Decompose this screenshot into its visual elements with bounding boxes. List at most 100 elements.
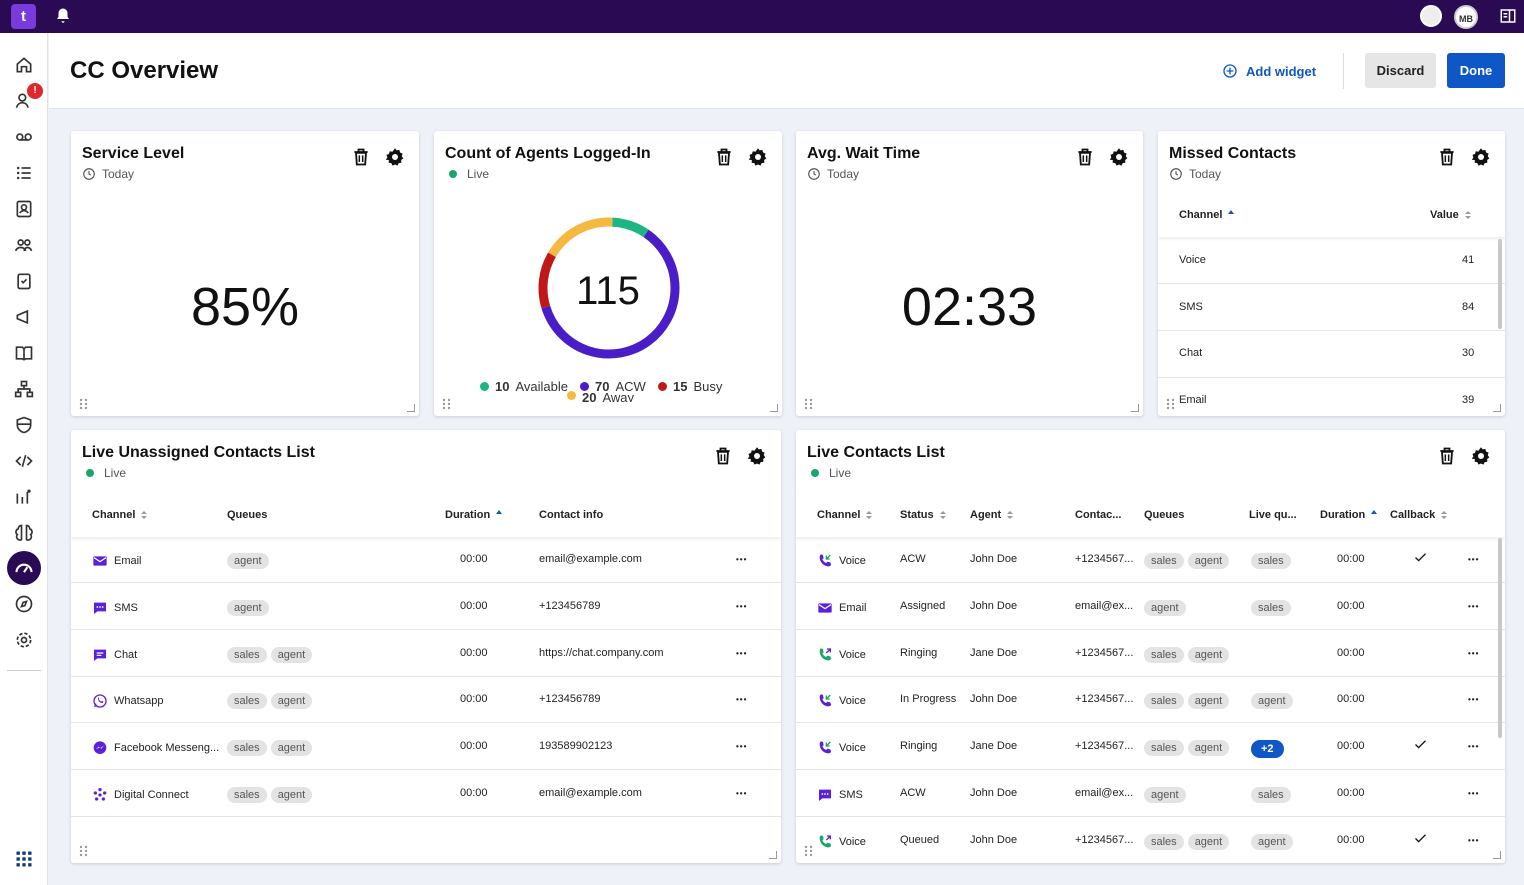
flows-icon[interactable] — [14, 379, 34, 399]
more-options-button[interactable]: ••• — [736, 789, 747, 798]
table-row[interactable]: Digital Connect sales agent 00:00 email@exam… — [71, 770, 781, 817]
table-row[interactable]: Facebook Messeng... sales agent 00:00 193589… — [71, 723, 781, 771]
resize-handle[interactable] — [769, 851, 777, 859]
delete-icon[interactable] — [1437, 147, 1457, 167]
col-duration[interactable]: Duration — [1320, 509, 1378, 521]
voicemail-icon[interactable] — [14, 127, 34, 147]
tasks-icon[interactable] — [14, 271, 34, 291]
explore-icon[interactable] — [14, 594, 34, 614]
table-row[interactable]: Email agent 00:00 email@example.com ••• — [71, 536, 781, 583]
knowledge-icon[interactable] — [14, 343, 34, 363]
col-value[interactable]: Value — [1430, 209, 1471, 221]
user-avatar[interactable]: MB — [1454, 5, 1478, 29]
drag-handle-icon[interactable] — [1166, 398, 1176, 410]
more-options-button[interactable]: ••• — [736, 695, 747, 704]
security-icon[interactable] — [14, 415, 34, 435]
apps-grid-icon[interactable] — [14, 849, 34, 869]
more-queues-badge[interactable]: +2 — [1251, 740, 1284, 759]
table-row[interactable]: SMS agent 00:00 +123456789 ••• — [71, 583, 781, 630]
col-queues[interactable]: Queues — [227, 509, 267, 521]
more-options-button[interactable]: ••• — [736, 602, 747, 611]
list-icon[interactable] — [14, 163, 34, 183]
side-panel-icon[interactable] — [1499, 7, 1517, 25]
delete-icon[interactable] — [351, 147, 371, 167]
more-options-button[interactable]: ••• — [1468, 555, 1479, 564]
table-row[interactable]: Chat sales agent 00:00 https://chat.company.… — [71, 630, 781, 677]
col-live-queue[interactable]: Live qu... — [1249, 509, 1297, 521]
resize-handle[interactable] — [1493, 851, 1501, 859]
drag-handle-icon[interactable] — [79, 845, 89, 857]
table-row[interactable]: SMS 84 — [1158, 284, 1505, 331]
gear-icon[interactable] — [385, 147, 405, 167]
col-channel[interactable]: Channel — [1179, 209, 1235, 221]
done-button[interactable]: Done — [1447, 53, 1505, 88]
delete-icon[interactable] — [714, 147, 734, 167]
col-channel[interactable]: Channel — [92, 509, 148, 521]
campaign-icon[interactable] — [14, 307, 34, 327]
more-options-button[interactable]: ••• — [1468, 649, 1479, 658]
analytics-icon[interactable] — [14, 487, 34, 507]
table-row[interactable]: Voice Ringing Jane Doe +1234567... sales agen… — [796, 630, 1505, 677]
table-row[interactable]: Voice Ringing Jane Doe +1234567... sales agen… — [796, 723, 1505, 771]
ai-brain-icon[interactable] — [14, 523, 34, 543]
col-duration[interactable]: Duration — [445, 509, 503, 521]
discard-button[interactable]: Discard — [1365, 53, 1436, 88]
more-options-button[interactable]: ••• — [736, 742, 747, 751]
contacts-icon[interactable] — [14, 199, 34, 219]
col-channel[interactable]: Channel — [817, 509, 873, 521]
more-options-button[interactable]: ••• — [736, 649, 747, 658]
legend-busy: 15 Busy — [658, 379, 722, 394]
table-row[interactable]: Voice Queued John Doe +1234567... sales agent… — [796, 817, 1505, 863]
gear-icon[interactable] — [748, 147, 768, 167]
gear-icon[interactable] — [1471, 147, 1491, 167]
resize-handle[interactable] — [1493, 404, 1501, 412]
drag-handle-icon[interactable] — [804, 398, 814, 410]
more-options-button[interactable]: ••• — [736, 555, 747, 564]
delete-icon[interactable] — [1437, 446, 1457, 466]
table-row[interactable]: Voice ACW John Doe +1234567... sales agent sal… — [796, 536, 1505, 583]
drag-handle-icon[interactable] — [804, 845, 814, 857]
table-row[interactable]: Voice In Progress John Doe +1234567... sales… — [796, 676, 1505, 724]
col-contact[interactable]: Contac... — [1075, 509, 1121, 521]
resize-handle[interactable] — [1131, 404, 1139, 412]
more-options-button[interactable]: ••• — [1468, 836, 1479, 845]
presence-status[interactable] — [1420, 5, 1442, 27]
table-row[interactable]: SMS ACW John Doe email@ex... agent sales 00:00… — [796, 770, 1505, 817]
col-status[interactable]: Status — [900, 509, 946, 521]
gear-icon[interactable] — [1109, 147, 1129, 167]
table-row[interactable]: Email 39 — [1158, 377, 1505, 416]
gear-icon[interactable] — [1471, 446, 1491, 466]
bell-icon[interactable] — [54, 7, 72, 25]
col-queues[interactable]: Queues — [1144, 509, 1184, 521]
table-row[interactable]: Email Assigned John Doe email@ex... agent sal… — [796, 583, 1505, 630]
col-contact-info[interactable]: Contact info — [539, 509, 603, 521]
gear-icon[interactable] — [747, 446, 767, 466]
delete-icon[interactable] — [1075, 147, 1095, 167]
resize-handle[interactable] — [770, 404, 778, 412]
voice-in-icon — [817, 693, 833, 709]
add-widget-button[interactable]: Add widget — [1222, 61, 1316, 81]
table-row[interactable]: Voice 41 — [1158, 237, 1505, 284]
scrollbar[interactable] — [1498, 538, 1502, 738]
delete-icon[interactable] — [713, 446, 733, 466]
home-icon[interactable] — [14, 55, 34, 75]
more-options-button[interactable]: ••• — [1468, 695, 1479, 704]
drag-handle-icon[interactable] — [442, 398, 452, 410]
table-row[interactable]: Whatsapp sales agent 00:00 +123456789 ••• — [71, 676, 781, 724]
sidebar-item-dashboard[interactable] — [7, 551, 41, 585]
more-options-button[interactable]: ••• — [1468, 789, 1479, 798]
teams-icon[interactable] — [14, 235, 34, 255]
scrollbar[interactable] — [1498, 239, 1502, 329]
cell-live-queue: sales — [1251, 599, 1295, 616]
developer-icon[interactable] — [14, 451, 34, 471]
col-callback[interactable]: Callback — [1390, 509, 1448, 521]
drag-handle-icon[interactable] — [79, 398, 89, 410]
more-options-button[interactable]: ••• — [1468, 602, 1479, 611]
table-row[interactable]: Chat 30 — [1158, 331, 1505, 378]
app-logo[interactable]: t — [11, 4, 36, 29]
more-options-button[interactable]: ••• — [1468, 742, 1479, 751]
settings-icon[interactable] — [14, 630, 34, 650]
col-agent[interactable]: Agent — [970, 509, 1014, 521]
cell-queues: sales agent — [227, 740, 316, 757]
resize-handle[interactable] — [407, 404, 415, 412]
